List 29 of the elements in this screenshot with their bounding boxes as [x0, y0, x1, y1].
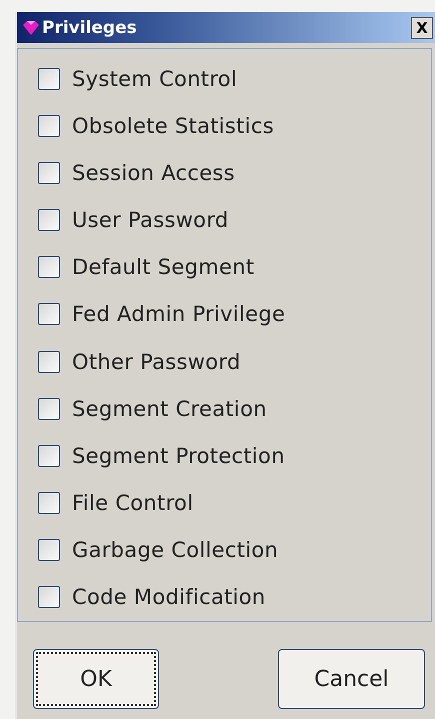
checkbox[interactable] [38, 398, 60, 420]
checkbox-label: User Password [72, 208, 229, 232]
checkbox-label: File Control [72, 491, 194, 516]
ok-button[interactable]: OK [33, 649, 159, 709]
checkbox[interactable] [38, 539, 60, 562]
gem-icon [23, 20, 39, 34]
checkbox-label: Code Modification [72, 585, 266, 610]
checkbox[interactable] [38, 350, 60, 373]
checkbox[interactable] [38, 444, 60, 467]
checkbox[interactable] [38, 586, 60, 608]
cancel-button[interactable]: Cancel [278, 649, 425, 709]
checkbox-label: System Control [72, 66, 238, 91]
checkbox-label: Segment Protection [72, 444, 285, 468]
checkbox-label: Garbage Collection [72, 538, 278, 562]
checkbox[interactable] [38, 492, 60, 514]
checkbox[interactable] [38, 162, 60, 184]
checkbox[interactable] [38, 114, 60, 137]
checkbox[interactable] [38, 303, 60, 326]
checkbox-label: Other Password [72, 350, 241, 374]
checkbox[interactable] [38, 256, 60, 278]
checkbox-label: Session Access [72, 160, 235, 185]
window-title: Privileges [42, 18, 137, 38]
checkbox-label: Obsolete Statistics [72, 114, 274, 138]
checkbox[interactable] [38, 68, 60, 90]
checkbox-label: Segment Creation [72, 396, 267, 421]
close-button[interactable]: X [411, 16, 433, 38]
checkbox-label: Fed Admin Privilege [72, 302, 286, 326]
checkbox[interactable] [38, 209, 60, 232]
checkbox-label: Default Segment [72, 255, 254, 280]
